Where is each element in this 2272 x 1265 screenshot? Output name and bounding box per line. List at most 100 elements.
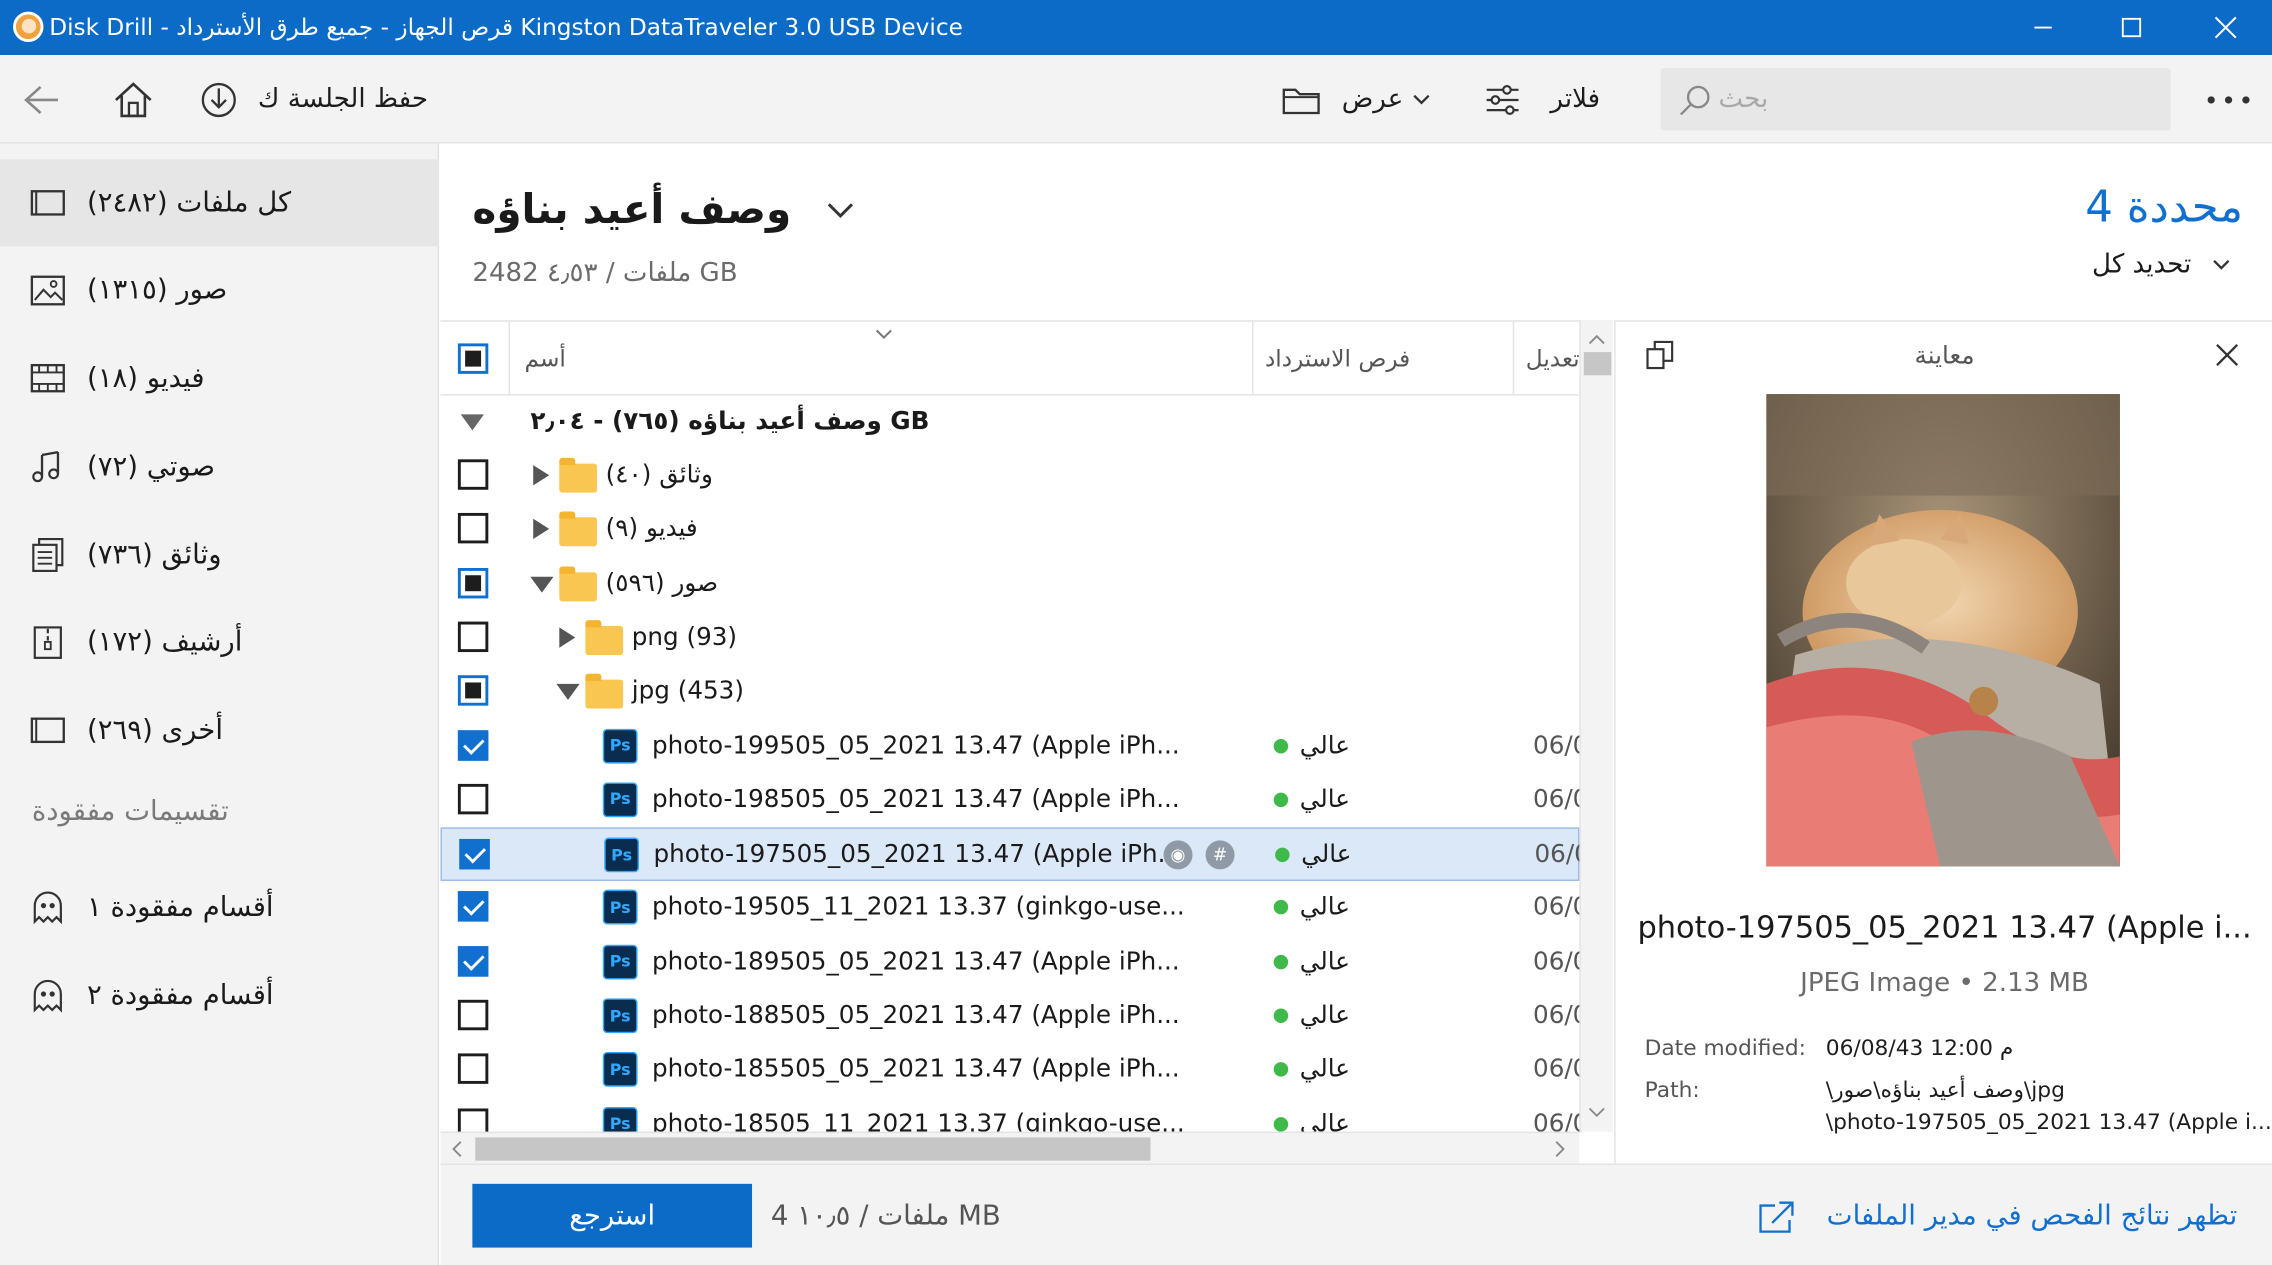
photoshop-file-icon: Ps bbox=[602, 890, 638, 926]
close-preview-icon[interactable] bbox=[2214, 342, 2240, 368]
results-title-dropdown[interactable]: وصف أعيد بناؤه bbox=[472, 185, 854, 233]
minimize-icon bbox=[2034, 26, 2052, 29]
sidebar-item-documents[interactable]: وثائق (٧٣٦) bbox=[0, 511, 439, 598]
view-label: عرض bbox=[1341, 84, 1404, 115]
file-row[interactable]: Ps photo-199505_05_2021 13.47 (Apple iPh.… bbox=[440, 719, 1588, 773]
row-checkbox[interactable] bbox=[459, 839, 490, 870]
path-value-line-1: \وصف أعيد بناؤه\صور\jpg bbox=[1825, 1076, 2065, 1103]
folder-row[interactable]: png (93) bbox=[440, 611, 1579, 665]
row-checkbox[interactable] bbox=[457, 783, 489, 815]
close-icon bbox=[2214, 16, 2237, 39]
recovery-chance-dot-icon bbox=[1273, 1062, 1289, 1078]
row-checkbox[interactable] bbox=[457, 459, 489, 490]
lost-partitions-heading: تقسيمات مفقودة bbox=[31, 795, 229, 828]
sidebar-item-other[interactable]: أخرى (٢٦٩) bbox=[0, 687, 439, 774]
folder-icon bbox=[559, 511, 597, 547]
row-checkbox[interactable] bbox=[457, 675, 489, 706]
group-row[interactable]: وصف أعيد بناؤه (٧٦٥) - ٢٫٠٤ GB bbox=[440, 396, 1579, 450]
row-checkbox[interactable] bbox=[457, 729, 489, 761]
file-row[interactable]: Ps photo-197505_05_2021 13.47 (Apple iPh.… bbox=[440, 827, 1590, 882]
archive-zip-icon bbox=[33, 626, 62, 659]
maximize-button[interactable] bbox=[2088, 0, 2175, 55]
recovery-chance: عالي bbox=[1301, 840, 1352, 870]
file-row[interactable]: Ps photo-188505_05_2021 13.47 (Apple iPh.… bbox=[440, 990, 1588, 1044]
file-row[interactable]: Ps photo-189505_05_2021 13.47 (Apple iPh.… bbox=[440, 936, 1588, 990]
save-session-label: حفظ الجلسة ك bbox=[257, 84, 428, 115]
row-checkbox[interactable] bbox=[457, 1053, 489, 1085]
file-row[interactable]: Ps photo-19505_11_2021 13.37 (ginkgo-use.… bbox=[440, 882, 1588, 936]
row-checkbox[interactable] bbox=[457, 513, 489, 544]
expand-triangle-icon[interactable] bbox=[533, 519, 550, 540]
column-header-chance[interactable]: فرص الاسترداد bbox=[1251, 321, 1513, 396]
sort-chevron-icon bbox=[875, 329, 892, 340]
folder-row[interactable]: فيديو (٩) bbox=[440, 503, 1579, 557]
path-value-line-2: \photo-197505_05_2021 13.47 (Apple i... bbox=[1825, 1108, 2272, 1135]
folder-icon bbox=[559, 565, 597, 601]
file-row[interactable]: Ps photo-198505_05_2021 13.47 (Apple iPh.… bbox=[440, 773, 1588, 827]
search-box[interactable] bbox=[1660, 68, 2171, 131]
collapse-triangle-icon[interactable] bbox=[556, 684, 580, 701]
photoshop-file-icon: Ps bbox=[602, 944, 638, 980]
column-date-label: تعديل bbox=[1525, 344, 1580, 372]
preview-panel: معاينة photo-197505_05_2021 13.47 (Apple… bbox=[1614, 320, 2272, 1164]
more-options-button[interactable] bbox=[2205, 55, 2251, 143]
folder-row[interactable]: jpg (453) bbox=[440, 665, 1579, 719]
preview-eye-icon[interactable]: ◉ bbox=[1163, 840, 1193, 870]
column-header-name[interactable]: أسم bbox=[440, 321, 1252, 396]
file-name: photo-19505_11_2021 13.37 (ginkgo-use... bbox=[652, 893, 1185, 923]
sidebar-item-video[interactable]: فيديو (١٨) bbox=[0, 335, 439, 422]
photoshop-file-icon: Ps bbox=[604, 837, 640, 873]
expand-triangle-icon[interactable] bbox=[533, 465, 550, 486]
folder-row[interactable]: وثائق (٤٠) bbox=[440, 449, 1579, 503]
search-input[interactable] bbox=[1718, 68, 2154, 131]
column-chance-label: فرص الاسترداد bbox=[1264, 344, 1411, 372]
collapse-triangle-icon[interactable] bbox=[530, 576, 554, 593]
sleeping-kitten-photo bbox=[1766, 394, 2120, 867]
vertical-scrollbar[interactable] bbox=[1579, 320, 1613, 1132]
select-all-dropdown[interactable]: تحديد كل bbox=[2092, 249, 2231, 280]
all-files-icon bbox=[30, 190, 65, 216]
pictures-icon bbox=[30, 275, 65, 306]
expand-triangle-icon[interactable] bbox=[559, 627, 576, 648]
recovery-chance-dot-icon bbox=[1275, 847, 1290, 863]
file-row[interactable]: Ps photo-185505_05_2021 13.47 (Apple iPh.… bbox=[440, 1044, 1588, 1098]
show-results-in-explorer-link[interactable]: تظهر نتائج الفحص في مدير الملفات bbox=[1757, 1165, 2237, 1265]
collapse-triangle-icon[interactable] bbox=[460, 414, 484, 431]
back-button[interactable] bbox=[23, 55, 61, 143]
sidebar-item-label: فيديو (١٨) bbox=[86, 362, 205, 395]
row-checkbox[interactable] bbox=[457, 945, 489, 977]
close-window-button[interactable] bbox=[2182, 0, 2269, 55]
hash-icon[interactable]: # bbox=[1205, 840, 1235, 870]
save-session-button[interactable]: حفظ الجلسة ك bbox=[200, 55, 428, 143]
column-header-date[interactable]: تعديل bbox=[1512, 321, 1580, 396]
selected-count: محددة 4 bbox=[2085, 182, 2244, 234]
home-button[interactable] bbox=[113, 55, 154, 143]
sidebar-item-lost-partition-1[interactable]: أقسام مفقودة ١ bbox=[0, 864, 439, 951]
folder-row[interactable]: صور (٥٩٦) bbox=[440, 557, 1579, 611]
sidebar: كل ملفات (٢٤٨٢) صور (١٣١٥) فيديو (١٨) صو… bbox=[0, 143, 440, 1265]
horizontal-scroll-thumb[interactable] bbox=[475, 1137, 1151, 1161]
file-name: photo-199505_05_2021 13.47 (Apple iPh... bbox=[652, 731, 1180, 761]
horizontal-scrollbar[interactable] bbox=[440, 1131, 1580, 1164]
row-checkbox[interactable] bbox=[457, 621, 489, 652]
sidebar-item-audio[interactable]: صوتي (٧٢) bbox=[0, 423, 439, 510]
sidebar-item-lost-partition-2[interactable]: أقسام مفقودة ٢ bbox=[0, 952, 439, 1039]
vertical-scroll-thumb[interactable] bbox=[1583, 352, 1612, 376]
download-circle-icon bbox=[201, 82, 236, 117]
row-checkbox[interactable] bbox=[457, 567, 489, 598]
sidebar-item-archive[interactable]: أرشيف (١٧٢) bbox=[0, 598, 439, 685]
select-all-checkbox[interactable] bbox=[457, 343, 489, 374]
row-checkbox[interactable] bbox=[457, 999, 489, 1031]
row-checkbox[interactable] bbox=[457, 891, 489, 923]
recovery-chance-dot-icon bbox=[1273, 1116, 1289, 1132]
chevron-down-icon bbox=[1414, 94, 1431, 104]
recovery-chance: عالي bbox=[1299, 893, 1351, 923]
filters-label: فلاتر bbox=[1550, 84, 1601, 115]
filters-button[interactable]: فلاتر bbox=[1484, 55, 1600, 143]
minimize-button[interactable] bbox=[2000, 0, 2087, 55]
recover-button[interactable]: استرجع bbox=[472, 1183, 753, 1248]
maximize-icon bbox=[2121, 17, 2142, 38]
sidebar-item-pictures[interactable]: صور (١٣١٥) bbox=[0, 246, 439, 333]
sidebar-item-all-files[interactable]: كل ملفات (٢٤٨٢) bbox=[0, 159, 440, 247]
view-dropdown[interactable]: عرض bbox=[1281, 55, 1432, 143]
